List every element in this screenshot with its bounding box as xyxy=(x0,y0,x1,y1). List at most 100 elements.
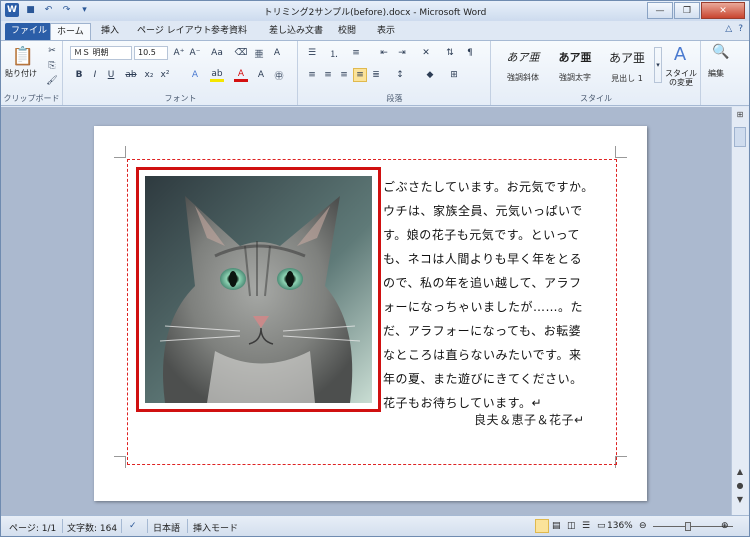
zoom-slider-thumb[interactable] xyxy=(685,522,691,531)
cat-photo[interactable] xyxy=(145,176,372,403)
bullets-icon[interactable]: ☰ xyxy=(305,46,319,60)
justify-icon[interactable]: ≡ xyxy=(353,68,367,82)
body-line: も、ネコは人間よりも早く年をとる xyxy=(383,252,583,266)
align-center-icon[interactable]: ≡ xyxy=(321,68,335,82)
tab-review[interactable]: 校閲 xyxy=(332,23,362,40)
char-shading-icon[interactable]: A xyxy=(254,68,268,82)
word-count[interactable]: 文字数: 164 xyxy=(67,521,117,534)
ribbon: 📋 貼り付け ✂ ⎘ 🖌 クリップボード ＭＳ 明朝 10.5 A⁺ A⁻ Aa… xyxy=(1,40,749,106)
tab-home[interactable]: ホーム xyxy=(50,23,91,40)
minimize-ribbon-icon[interactable]: △ xyxy=(725,24,732,34)
style-sample: あア亜 xyxy=(506,51,540,64)
change-case-icon[interactable]: Aa xyxy=(210,46,224,60)
status-divider xyxy=(62,519,63,533)
maximize-button[interactable]: ❐ xyxy=(674,2,700,19)
style-emphasis-bold[interactable]: あア亜 強調太字 xyxy=(550,45,600,83)
sort-icon[interactable]: ⇅ xyxy=(443,46,457,60)
asian-layout-icon[interactable]: ✕ xyxy=(419,46,433,60)
grow-font-icon[interactable]: A⁺ xyxy=(172,46,186,60)
paste-button-label[interactable]: 貼り付け xyxy=(5,68,37,79)
select-browse-icon[interactable]: ● xyxy=(733,481,747,494)
editing-button-label[interactable]: 編集 xyxy=(708,68,724,79)
prev-page-icon[interactable]: ▲ xyxy=(733,467,747,480)
tab-file[interactable]: ファイル xyxy=(5,23,54,40)
italic-icon[interactable]: I xyxy=(88,68,102,82)
style-name: 強調太字 xyxy=(559,73,591,82)
phonetic-guide-icon[interactable]: 亜 xyxy=(252,46,266,60)
style-heading-1[interactable]: あア亜 見出し 1 xyxy=(602,45,652,83)
cut-icon[interactable]: ✂ xyxy=(45,44,59,58)
shrink-font-icon[interactable]: A⁻ xyxy=(188,46,202,60)
web-layout-view-icon[interactable]: ◫ xyxy=(567,521,576,531)
paste-icon[interactable]: 📋 xyxy=(11,45,35,67)
change-styles-icon[interactable]: A xyxy=(668,43,692,65)
style-name: 強調斜体 xyxy=(507,73,539,82)
print-layout-view-icon[interactable] xyxy=(535,519,549,533)
language-indicator[interactable]: 日本語 xyxy=(153,521,180,534)
char-border-icon[interactable]: A xyxy=(270,46,284,60)
minimize-button[interactable]: — xyxy=(647,2,673,19)
copy-icon[interactable]: ⎘ xyxy=(45,59,59,73)
vertical-scrollbar[interactable]: ⊞ ▲ ● ▼ xyxy=(731,107,748,515)
bold-icon[interactable]: B xyxy=(72,68,86,82)
align-right-icon[interactable]: ≡ xyxy=(337,68,351,82)
letter-signature[interactable]: 良夫＆恵子＆花子↵ xyxy=(474,411,585,428)
find-icon[interactable]: 🔍 xyxy=(712,44,729,60)
multilevel-list-icon[interactable]: ≡ xyxy=(349,46,363,60)
insert-mode-indicator[interactable]: 挿入モード xyxy=(193,521,238,534)
status-divider xyxy=(121,519,122,533)
highlight-icon[interactable]: ab xyxy=(210,68,224,82)
scroll-thumb[interactable] xyxy=(734,127,746,147)
tab-view[interactable]: 表示 xyxy=(371,23,401,40)
window-title: トリミング2サンプル(before).docx - Microsoft Word xyxy=(263,8,487,18)
zoom-out-icon[interactable]: ⊖ xyxy=(639,521,647,531)
cat-photo-frame[interactable] xyxy=(136,167,381,412)
next-page-icon[interactable]: ▼ xyxy=(733,495,747,508)
zoom-level[interactable]: 136% xyxy=(607,521,633,531)
decrease-indent-icon[interactable]: ⇤ xyxy=(377,46,391,60)
style-sample: あア亜 xyxy=(558,51,592,64)
line-spacing-icon[interactable]: ↕ xyxy=(393,68,407,82)
page-indicator[interactable]: ページ: 1/1 xyxy=(9,521,56,534)
letter-body[interactable]: ごぶさたしています。お元気ですか。 ウチは、家族全員、元気いっぱいで す。娘の花… xyxy=(383,175,613,415)
text-effects-icon[interactable]: A xyxy=(188,68,202,82)
font-color-icon[interactable]: A xyxy=(234,68,248,82)
close-button[interactable]: ✕ xyxy=(701,2,745,19)
tab-mailings[interactable]: 差し込み文書 xyxy=(263,23,329,40)
font-name-select[interactable]: ＭＳ 明朝 xyxy=(70,46,132,60)
strikethrough-icon[interactable]: ab xyxy=(124,68,138,82)
underline-icon[interactable]: U xyxy=(104,68,118,82)
numbering-icon[interactable]: ⒈ xyxy=(327,46,341,60)
zoom-in-icon[interactable]: ⊕ xyxy=(721,521,729,531)
font-group: ＭＳ 明朝 10.5 A⁺ A⁻ Aa ⌫ 亜 A B I U ab x₂ x²… xyxy=(64,41,298,105)
body-line: ォーになっちゃいましたが……。た xyxy=(383,300,584,314)
font-size-select[interactable]: 10.5 xyxy=(134,46,168,60)
change-styles-label[interactable]: スタイルの変更 xyxy=(662,69,700,87)
superscript-icon[interactable]: x² xyxy=(158,68,172,82)
borders-icon[interactable]: ⊞ xyxy=(447,68,461,82)
ruler-toggle-icon[interactable]: ⊞ xyxy=(733,110,747,123)
tab-references[interactable]: 参考資料 xyxy=(205,23,253,40)
style-emphasis-italic[interactable]: あア亜 強調斜体 xyxy=(498,45,548,83)
crop-mark xyxy=(114,456,126,468)
clipboard-group: 📋 貼り付け ✂ ⎘ 🖌 クリップボード xyxy=(1,41,63,105)
crop-mark xyxy=(114,146,126,158)
format-painter-icon[interactable]: 🖌 xyxy=(45,74,59,88)
draft-view-icon[interactable]: ▭ xyxy=(597,521,606,531)
enclose-char-icon[interactable]: ㊥ xyxy=(272,68,286,82)
shading-icon[interactable]: ◆ xyxy=(423,68,437,82)
help-icon[interactable]: ? xyxy=(738,24,743,34)
show-marks-icon[interactable]: ¶ xyxy=(463,46,477,60)
tab-insert[interactable]: 挿入 xyxy=(95,23,125,40)
outline-view-icon[interactable]: ☰ xyxy=(582,521,590,531)
word-window: W ■ ↶ ↷ ▾ トリミング2サンプル(before).docx - Micr… xyxy=(0,0,750,537)
proofing-icon[interactable]: ✓ xyxy=(129,521,137,531)
clear-format-icon[interactable]: ⌫ xyxy=(234,46,248,60)
increase-indent-icon[interactable]: ⇥ xyxy=(395,46,409,60)
styles-group: あア亜 強調斜体 あア亜 強調太字 あア亜 見出し 1 ▾ A スタイルの変更 … xyxy=(492,41,701,105)
distributed-icon[interactable]: ≣ xyxy=(369,68,383,82)
full-screen-view-icon[interactable]: ▤ xyxy=(552,521,561,531)
styles-gallery-scroll-icon[interactable]: ▾ xyxy=(654,47,662,83)
align-left-icon[interactable]: ≡ xyxy=(305,68,319,82)
subscript-icon[interactable]: x₂ xyxy=(142,68,156,82)
